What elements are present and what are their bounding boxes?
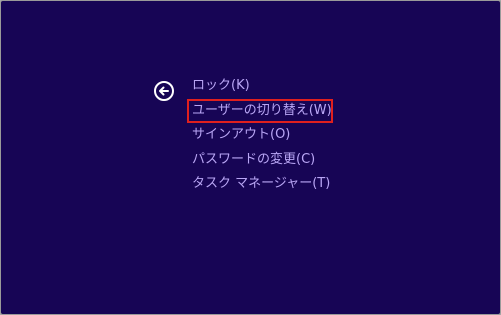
menu-item-sign-out[interactable]: サインアウト(O) bbox=[192, 123, 332, 148]
menu-item-switch-user[interactable]: ユーザーの切り替え(W) bbox=[187, 98, 333, 124]
arrow-left-icon bbox=[159, 86, 169, 96]
menu-item-task-manager[interactable]: タスク マネージャー(T) bbox=[192, 172, 332, 197]
menu-item-change-password[interactable]: パスワードの変更(C) bbox=[192, 148, 332, 173]
back-button[interactable] bbox=[154, 81, 174, 101]
options-menu: ロック(K) ユーザーの切り替え(W) サインアウト(O) パスワードの変更(C… bbox=[187, 74, 333, 197]
menu-item-lock[interactable]: ロック(K) bbox=[192, 74, 332, 99]
secure-attention-screen: ロック(K) ユーザーの切り替え(W) サインアウト(O) パスワードの変更(C… bbox=[0, 0, 501, 315]
